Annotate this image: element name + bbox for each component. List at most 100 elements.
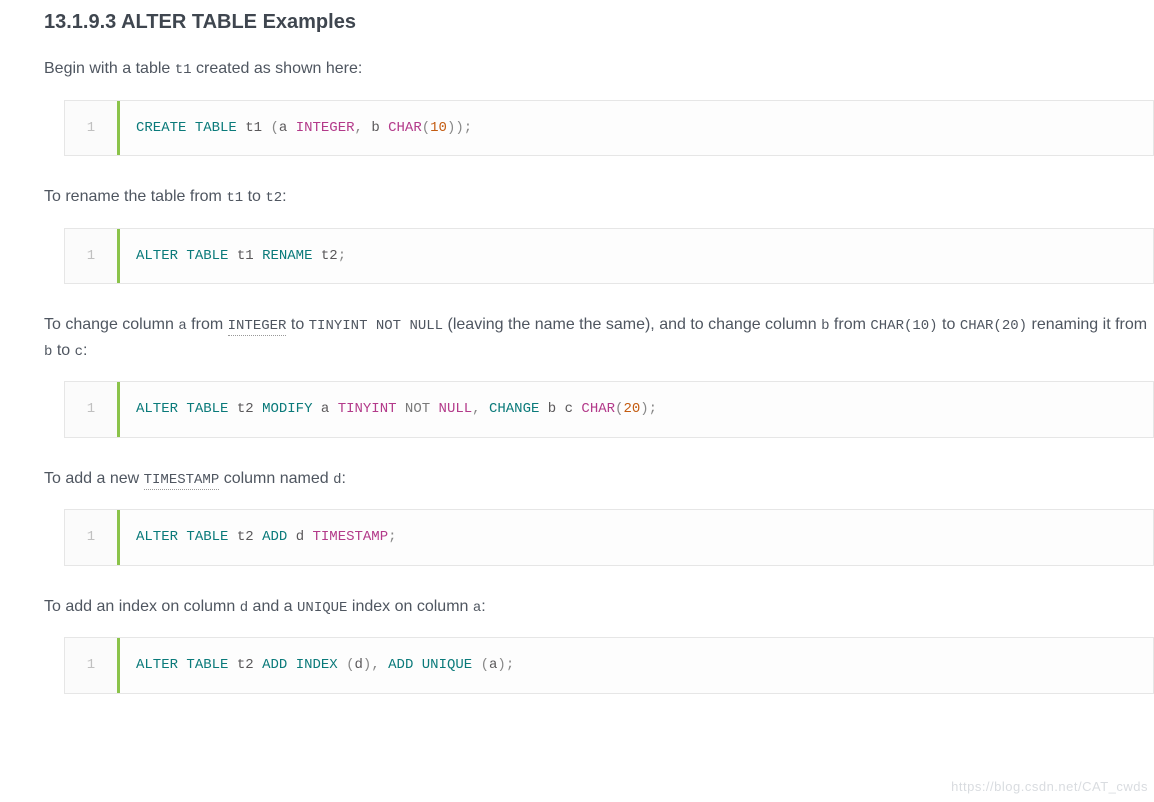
- tok: ): [497, 657, 505, 673]
- line-number-gutter: 1: [65, 229, 120, 283]
- line-number: 1: [87, 398, 95, 420]
- text: from: [187, 316, 228, 333]
- tok: ;: [464, 120, 472, 136]
- tok: ,: [371, 657, 379, 673]
- tok: ADD: [388, 657, 413, 673]
- tok: ALTER: [136, 529, 178, 545]
- intro-paragraph-2: To rename the table from t1 to t2:: [44, 184, 1154, 210]
- inline-code: TINYINT NOT NULL: [309, 318, 443, 334]
- inline-code: t1: [175, 62, 192, 78]
- tok: ;: [338, 248, 346, 264]
- inline-code: t2: [265, 190, 282, 206]
- text: to: [52, 342, 74, 359]
- code-block: 1 ALTER TABLE t2 ADD d TIMESTAMP;: [64, 509, 1154, 565]
- tok: NULL: [439, 401, 473, 417]
- inline-code: a: [178, 318, 186, 334]
- inline-code: CHAR(20): [960, 318, 1027, 334]
- text: To change column: [44, 316, 178, 333]
- tok: ALTER: [136, 657, 178, 673]
- line-number: 1: [87, 245, 95, 267]
- tok: MODIFY: [262, 401, 312, 417]
- text: :: [342, 470, 346, 487]
- document-content: 13.1.9.3 ALTER TABLE Examples Begin with…: [0, 0, 1154, 718]
- tok: (: [346, 657, 354, 673]
- tok: ): [455, 120, 463, 136]
- inline-code: UNIQUE: [297, 600, 347, 616]
- tok: b: [548, 401, 556, 417]
- tok: ALTER: [136, 248, 178, 264]
- text: to: [286, 316, 308, 333]
- tok: CHAR: [388, 120, 422, 136]
- intro-paragraph-1: Begin with a table t1 created as shown h…: [44, 56, 1154, 82]
- text: To add an index on column: [44, 598, 240, 615]
- tok: d: [355, 657, 363, 673]
- inline-code: CHAR(10): [870, 318, 937, 334]
- intro-paragraph-4: To add a new TIMESTAMP column named d:: [44, 466, 1154, 492]
- code-block: 1 ALTER TABLE t1 RENAME t2;: [64, 228, 1154, 284]
- code-area: ALTER TABLE t2 MODIFY a TINYINT NOT NULL…: [120, 382, 1153, 436]
- tok: UNIQUE: [422, 657, 472, 673]
- tok: RENAME: [262, 248, 312, 264]
- tok: TABLE: [186, 529, 228, 545]
- tok: ;: [649, 401, 657, 417]
- tok: CREATE: [136, 120, 186, 136]
- inline-code: d: [333, 472, 341, 488]
- tok: ;: [506, 657, 514, 673]
- line-number: 1: [87, 526, 95, 548]
- tok: a: [321, 401, 329, 417]
- tok: TABLE: [186, 657, 228, 673]
- tok: b: [371, 120, 379, 136]
- line-number-gutter: 1: [65, 382, 120, 436]
- tok: t1: [237, 248, 254, 264]
- tok: 20: [623, 401, 640, 417]
- tok: CHAR: [581, 401, 615, 417]
- intro-paragraph-5: To add an index on column d and a UNIQUE…: [44, 594, 1154, 620]
- code-area: ALTER TABLE t1 RENAME t2;: [120, 229, 1153, 283]
- text: to: [243, 188, 265, 205]
- tok: ,: [472, 401, 480, 417]
- tok: NOT: [405, 401, 430, 417]
- text: :: [282, 188, 286, 205]
- text: :: [481, 598, 485, 615]
- line-number-gutter: 1: [65, 638, 120, 692]
- tok: t2: [237, 657, 254, 673]
- section-heading: 13.1.9.3 ALTER TABLE Examples: [44, 6, 1154, 38]
- code-block: 1 CREATE TABLE t1 (a INTEGER, b CHAR(10)…: [64, 100, 1154, 156]
- tok: (: [270, 120, 278, 136]
- inline-code-link[interactable]: INTEGER: [228, 318, 287, 336]
- tok: ALTER: [136, 401, 178, 417]
- text: :: [83, 342, 87, 359]
- inline-code: c: [75, 344, 83, 360]
- tok: TABLE: [195, 120, 237, 136]
- line-number-gutter: 1: [65, 101, 120, 155]
- tok: ADD: [262, 529, 287, 545]
- tok: TABLE: [186, 401, 228, 417]
- tok: ;: [388, 529, 396, 545]
- text: To rename the table from: [44, 188, 226, 205]
- tok: (: [481, 657, 489, 673]
- line-number-gutter: 1: [65, 510, 120, 564]
- text: to: [938, 316, 960, 333]
- watermark: https://blog.csdn.net/CAT_cwds: [951, 777, 1148, 798]
- tok: (: [422, 120, 430, 136]
- tok: t1: [245, 120, 262, 136]
- tok: a: [279, 120, 287, 136]
- inline-code: d: [240, 600, 248, 616]
- tok: INTEGER: [296, 120, 355, 136]
- inline-code-link[interactable]: TIMESTAMP: [144, 472, 220, 490]
- tok: d: [296, 529, 304, 545]
- tok: t2: [237, 401, 254, 417]
- tok: TABLE: [186, 248, 228, 264]
- line-number: 1: [87, 654, 95, 676]
- text: from: [829, 316, 870, 333]
- inline-code: a: [473, 600, 481, 616]
- text: created as shown here:: [192, 60, 363, 77]
- text: renaming it from: [1027, 316, 1147, 333]
- tok: t2: [321, 248, 338, 264]
- tok: CHANGE: [489, 401, 539, 417]
- code-area: CREATE TABLE t1 (a INTEGER, b CHAR(10));: [120, 101, 1153, 155]
- tok: ): [640, 401, 648, 417]
- tok: 10: [430, 120, 447, 136]
- code-area: ALTER TABLE t2 ADD d TIMESTAMP;: [120, 510, 1153, 564]
- tok: ADD: [262, 657, 287, 673]
